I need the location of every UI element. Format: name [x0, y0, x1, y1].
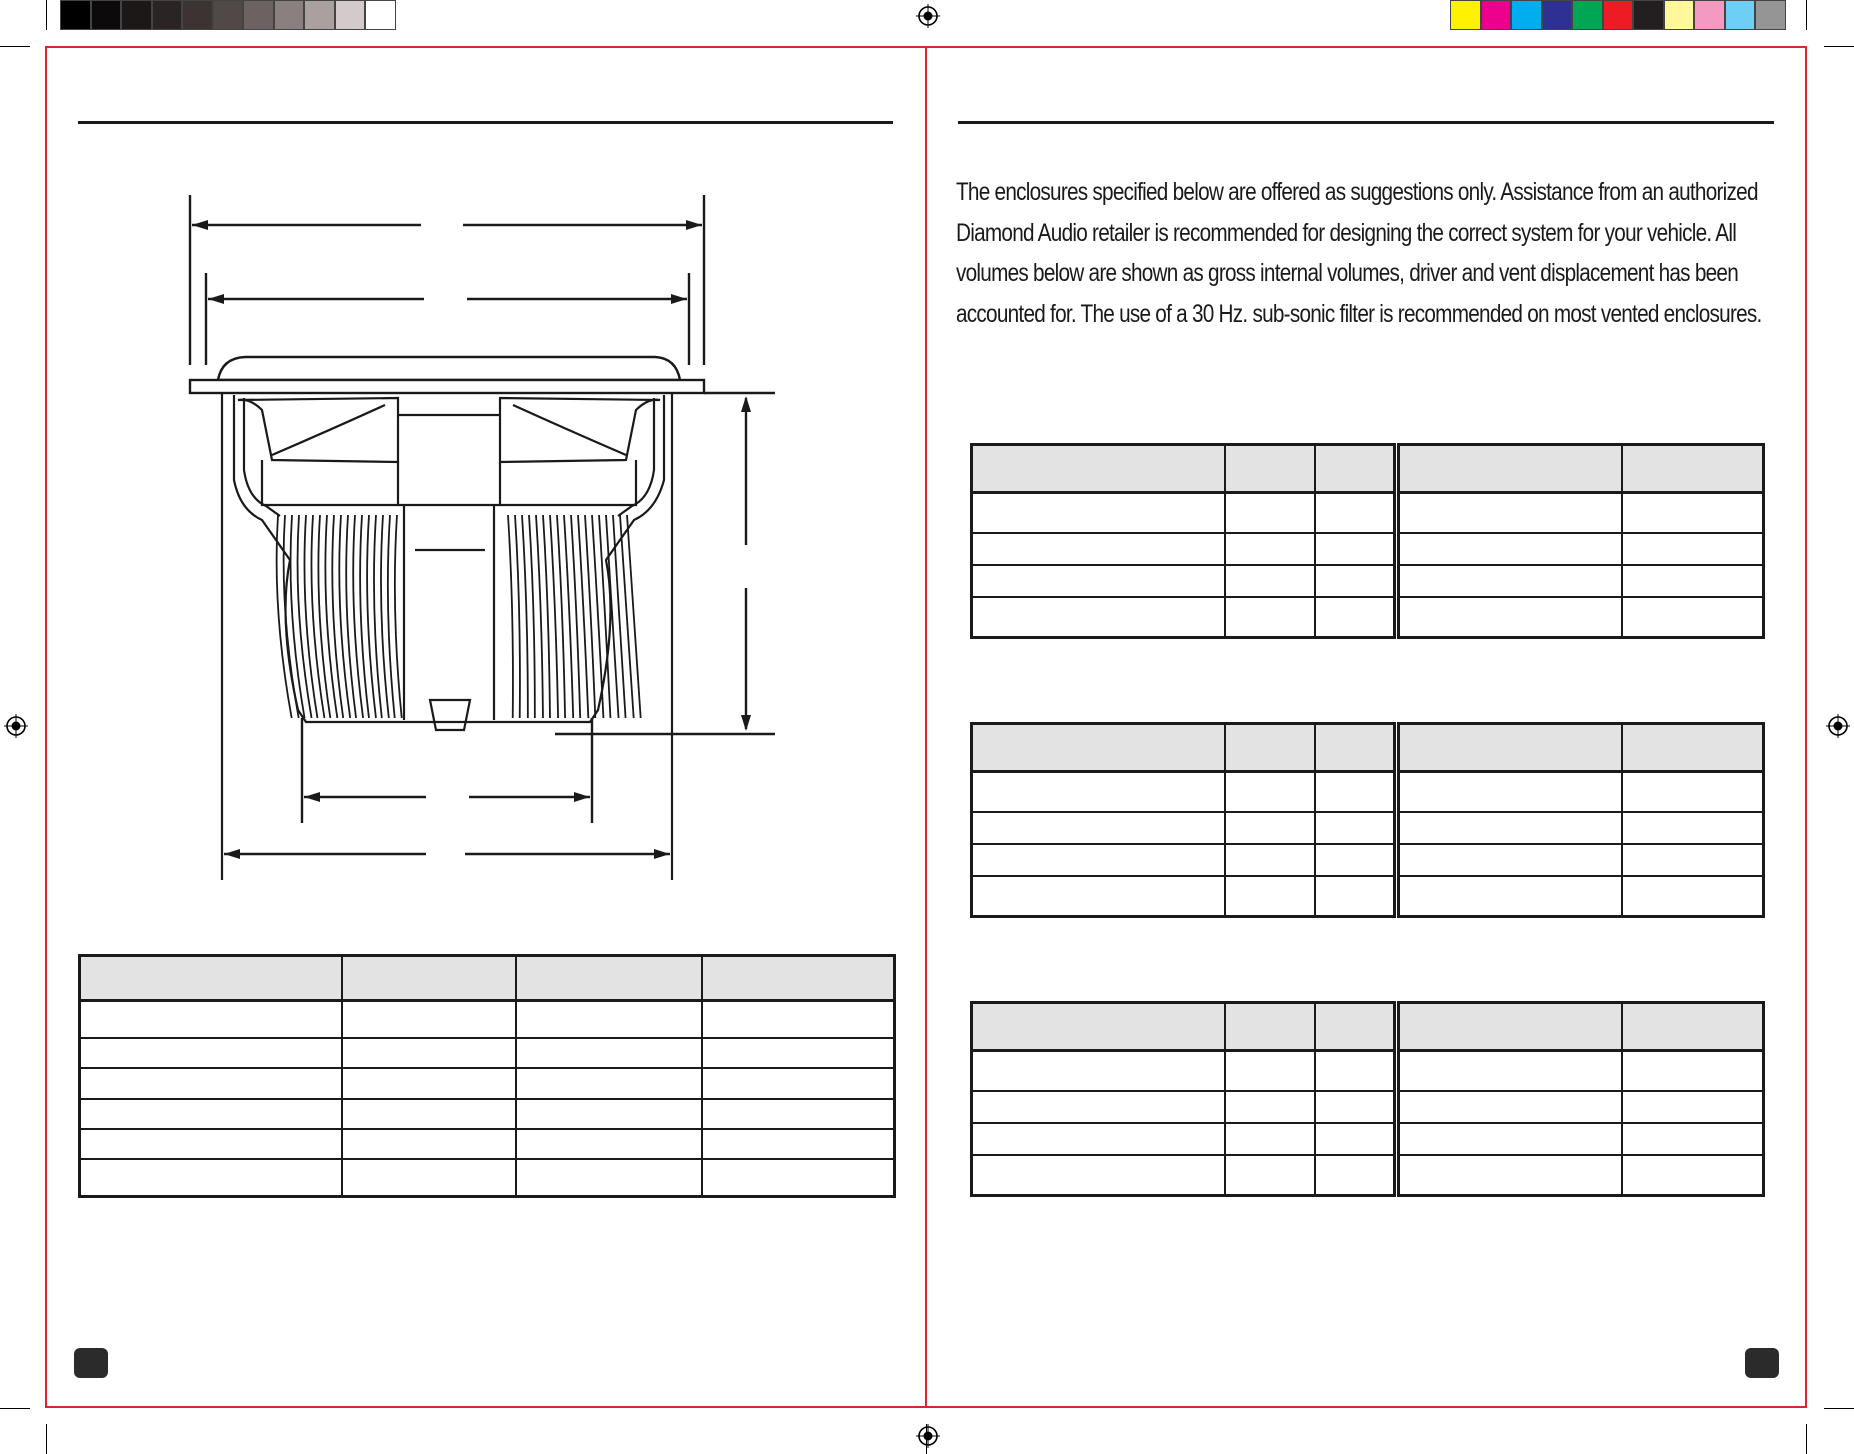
table-row [1397, 564, 1765, 599]
cooling-fin [386, 514, 396, 719]
calibration-swatch [1450, 0, 1481, 30]
cooling-fin-edge [542, 514, 551, 719]
calibration-swatch [182, 0, 213, 30]
table-header-row [1397, 1001, 1765, 1053]
crop-mark [1806, 0, 1807, 30]
table-row [78, 1037, 896, 1070]
cooling-fin-edge [514, 514, 521, 719]
table-header-row [970, 443, 1396, 495]
table-row [970, 770, 1396, 813]
table-row [970, 1049, 1396, 1092]
calibration-swatch [1724, 0, 1755, 30]
table-row [970, 810, 1396, 846]
table-row [970, 1122, 1396, 1157]
enclosure-table-3-left [970, 1001, 1396, 1197]
calibration-swatch [365, 0, 396, 30]
crop-mark [1824, 1408, 1854, 1409]
table-row [78, 1067, 896, 1100]
right-page-number-tab [1745, 1348, 1779, 1378]
cooling-fin-edge [626, 514, 642, 719]
subwoofer-dimension-drawing [188, 195, 775, 880]
cooling-fin [549, 514, 559, 719]
table-row [78, 999, 896, 1040]
driver-dimensions-table [78, 954, 896, 1198]
calibration-swatch [273, 0, 304, 30]
table-row [78, 1157, 896, 1198]
calibration-swatch [243, 0, 274, 30]
crop-mark [46, 0, 47, 30]
cooling-fin [535, 514, 544, 719]
table-row [1397, 1089, 1765, 1125]
cooling-fin [563, 514, 575, 719]
registration-mark-icon [1826, 714, 1850, 738]
calibration-swatch [212, 0, 243, 30]
enclosure-table-1-left [970, 443, 1396, 639]
calibration-swatch [1694, 0, 1725, 30]
table-header-row [78, 954, 896, 1003]
table-header-row [970, 1001, 1396, 1053]
cooling-fin-edge [324, 514, 339, 719]
crop-mark [0, 46, 30, 47]
crop-mark [46, 1424, 47, 1454]
enclosure-table-2-right [1397, 722, 1765, 918]
calibration-swatch [334, 0, 365, 30]
left-header-rule [78, 121, 893, 124]
table-row [1397, 596, 1765, 639]
calibration-swatch [1480, 0, 1511, 30]
table-row [1397, 843, 1765, 878]
registration-mark-icon [4, 714, 28, 738]
calibration-swatch [90, 0, 121, 30]
right-header-rule [958, 121, 1774, 124]
cooling-fin-edge [528, 514, 536, 719]
calibration-swatch [1541, 0, 1572, 30]
crop-mark [1806, 1424, 1807, 1454]
registration-mark-icon [916, 1424, 940, 1448]
table-row [1397, 1049, 1765, 1092]
left-page-number-tab [74, 1348, 108, 1378]
table-row [1397, 770, 1765, 813]
table-header-row [970, 722, 1396, 774]
cooling-fin-edge [612, 514, 627, 719]
table-row [970, 491, 1396, 534]
table-row [970, 1154, 1396, 1197]
calibration-swatch [304, 0, 335, 30]
enclosure-table-2-left [970, 722, 1396, 918]
crop-mark [0, 1408, 30, 1409]
table-row [1397, 491, 1765, 534]
calibration-swatch [1633, 0, 1664, 30]
crop-mark [1824, 46, 1854, 47]
calibration-swatch [1663, 0, 1694, 30]
table-row [1397, 531, 1765, 567]
table-row [78, 1097, 896, 1130]
cooling-fin [521, 514, 529, 719]
cooling-fin-edge [338, 514, 352, 719]
table-row [970, 843, 1396, 878]
enclosure-intro-text: The enclosures specified below are offer… [956, 178, 1762, 328]
registration-mark-icon [916, 4, 940, 28]
enclosure-table-1-right [1397, 443, 1765, 639]
calibration-swatch [1755, 0, 1786, 30]
calibration-swatch [60, 0, 91, 30]
table-row [78, 1127, 896, 1160]
calibration-swatch [151, 0, 182, 30]
table-row [970, 1089, 1396, 1125]
table-row [970, 596, 1396, 639]
calibration-swatch [1511, 0, 1542, 30]
cooling-fin [507, 514, 514, 719]
calibration-swatch [1572, 0, 1603, 30]
calibration-swatch [121, 0, 152, 30]
table-row [970, 531, 1396, 567]
table-row [1397, 1122, 1765, 1157]
table-row [1397, 810, 1765, 846]
table-row [970, 564, 1396, 599]
cooling-fin [619, 514, 635, 719]
table-row [1397, 875, 1765, 918]
table-row [970, 875, 1396, 918]
enclosure-table-3-right [1397, 1001, 1765, 1197]
table-header-row [1397, 722, 1765, 774]
calibration-swatch [1602, 0, 1633, 30]
cooling-fin-edge [393, 514, 403, 719]
table-header-row [1397, 443, 1765, 495]
table-row [1397, 1154, 1765, 1197]
